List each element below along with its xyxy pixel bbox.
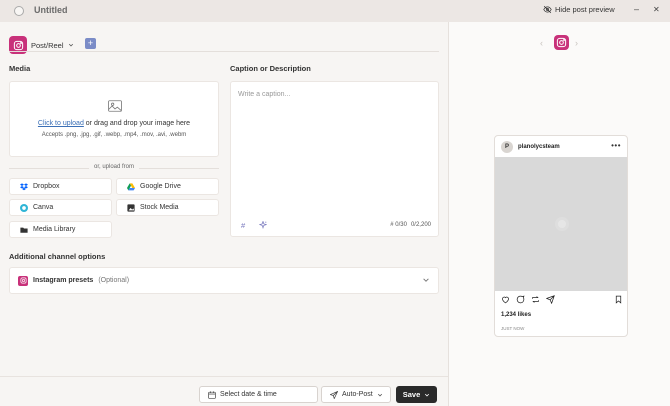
post-image-placeholder bbox=[495, 157, 627, 291]
title-bar: Untitled Hide post preview – ✕ bbox=[0, 0, 670, 22]
save-label: Save bbox=[402, 390, 421, 399]
google-drive-button[interactable]: Google Drive bbox=[116, 178, 219, 195]
action-bar: Select date & time Auto-Post Save bbox=[0, 376, 448, 406]
post-title[interactable]: Untitled bbox=[34, 5, 68, 15]
divider bbox=[9, 51, 439, 52]
instagram-icon[interactable] bbox=[554, 35, 569, 50]
accepted-formats: Accepts .png, .jpg, .gif, .webp, .mp4, .… bbox=[41, 132, 187, 138]
comment-icon[interactable] bbox=[516, 295, 525, 304]
composer-pane: Post/Reel + Media Click to upload or dra… bbox=[0, 22, 448, 406]
stock-media-button[interactable]: Stock Media bbox=[116, 199, 219, 216]
send-icon bbox=[330, 390, 338, 399]
bookmark-icon[interactable] bbox=[614, 295, 623, 304]
presets-label: Instagram presets bbox=[33, 277, 94, 284]
chevron-down-icon bbox=[425, 393, 430, 396]
post-header: P planolycsteam ••• bbox=[495, 136, 627, 157]
dropbox-button[interactable]: Dropbox bbox=[9, 178, 112, 195]
auto-post-dropdown[interactable]: Auto-Post bbox=[321, 386, 391, 403]
hashtag-count: # 0/30 bbox=[390, 222, 407, 228]
calendar-icon bbox=[208, 390, 216, 399]
canva-icon bbox=[20, 203, 28, 212]
add-channel-button[interactable]: + bbox=[85, 38, 96, 49]
google-drive-label: Google Drive bbox=[140, 183, 181, 190]
share-icon[interactable] bbox=[546, 295, 555, 304]
google-drive-icon bbox=[127, 182, 135, 190]
media-dropzone[interactable]: Click to upload or drag and drop your im… bbox=[9, 81, 219, 157]
repost-icon[interactable] bbox=[531, 295, 540, 304]
image-icon bbox=[108, 100, 122, 112]
caption-editor[interactable]: Write a caption... # # 0/30 0/2,200 bbox=[230, 81, 439, 237]
hide-preview-button[interactable]: Hide post preview bbox=[543, 5, 615, 14]
instagram-icon bbox=[18, 275, 28, 286]
status-circle-icon[interactable] bbox=[14, 6, 24, 16]
auto-post-label: Auto-Post bbox=[342, 391, 373, 398]
canva-button[interactable]: Canva bbox=[9, 199, 112, 216]
chevron-down-icon bbox=[377, 393, 382, 396]
additional-options-label: Additional channel options bbox=[9, 252, 106, 261]
select-date-button[interactable]: Select date & time bbox=[199, 386, 318, 403]
canva-label: Canva bbox=[33, 204, 54, 211]
chevron-left-icon[interactable]: ‹ bbox=[540, 38, 543, 48]
folder-icon bbox=[20, 227, 28, 233]
avatar: P bbox=[501, 140, 513, 153]
post-actions bbox=[501, 295, 623, 305]
loading-spinner-icon bbox=[555, 217, 569, 231]
presets-optional: (Optional) bbox=[98, 277, 130, 284]
post-timestamp: JUST NOW bbox=[501, 326, 525, 331]
chevron-down-icon bbox=[68, 43, 73, 47]
post-type-dropdown[interactable]: Post/Reel bbox=[31, 41, 74, 50]
dropbox-icon bbox=[20, 182, 28, 190]
caption-placeholder: Write a caption... bbox=[238, 91, 291, 98]
caption-counters: # 0/30 0/2,200 bbox=[390, 222, 431, 228]
chevron-down-icon bbox=[423, 278, 429, 282]
upload-rest-text: or drag and drop your image here bbox=[83, 120, 191, 127]
click-to-upload-link[interactable]: Click to upload bbox=[38, 120, 84, 127]
close-button[interactable]: ✕ bbox=[653, 5, 660, 14]
preview-pane: ‹ › P planolycsteam ••• 1,234 likes JUST… bbox=[448, 22, 670, 406]
post-type-label: Post/Reel bbox=[31, 40, 64, 50]
more-options-icon[interactable]: ••• bbox=[611, 141, 621, 150]
dropbox-label: Dropbox bbox=[33, 183, 60, 190]
minimize-button[interactable]: – bbox=[634, 4, 639, 14]
heart-icon[interactable] bbox=[501, 295, 510, 304]
hashtag-icon[interactable]: # bbox=[241, 221, 245, 230]
account-handle: planolycsteam bbox=[518, 143, 560, 150]
instagram-post-preview: P planolycsteam ••• 1,234 likes JUST NOW bbox=[494, 135, 628, 337]
save-button[interactable]: Save bbox=[396, 386, 437, 403]
hide-preview-label: Hide post preview bbox=[555, 5, 615, 14]
media-library-label: Media Library bbox=[33, 226, 76, 233]
stock-media-icon bbox=[127, 203, 135, 212]
or-upload-from: or, upload from bbox=[9, 164, 219, 170]
stock-media-label: Stock Media bbox=[140, 204, 179, 211]
chevron-right-icon[interactable]: › bbox=[575, 38, 578, 48]
media-label: Media bbox=[9, 64, 31, 73]
ai-sparkle-icon[interactable] bbox=[258, 220, 268, 231]
select-date-label: Select date & time bbox=[220, 391, 277, 398]
caption-label: Caption or Description bbox=[230, 64, 311, 73]
char-count: 0/2,200 bbox=[410, 222, 431, 228]
upload-instructions: Click to upload or drag and drop your im… bbox=[10, 120, 218, 127]
media-library-button[interactable]: Media Library bbox=[9, 221, 112, 238]
instagram-presets-accordion[interactable]: Instagram presets (Optional) bbox=[9, 267, 439, 294]
eye-off-icon bbox=[543, 5, 552, 14]
likes-count: 1,234 likes bbox=[501, 312, 532, 318]
